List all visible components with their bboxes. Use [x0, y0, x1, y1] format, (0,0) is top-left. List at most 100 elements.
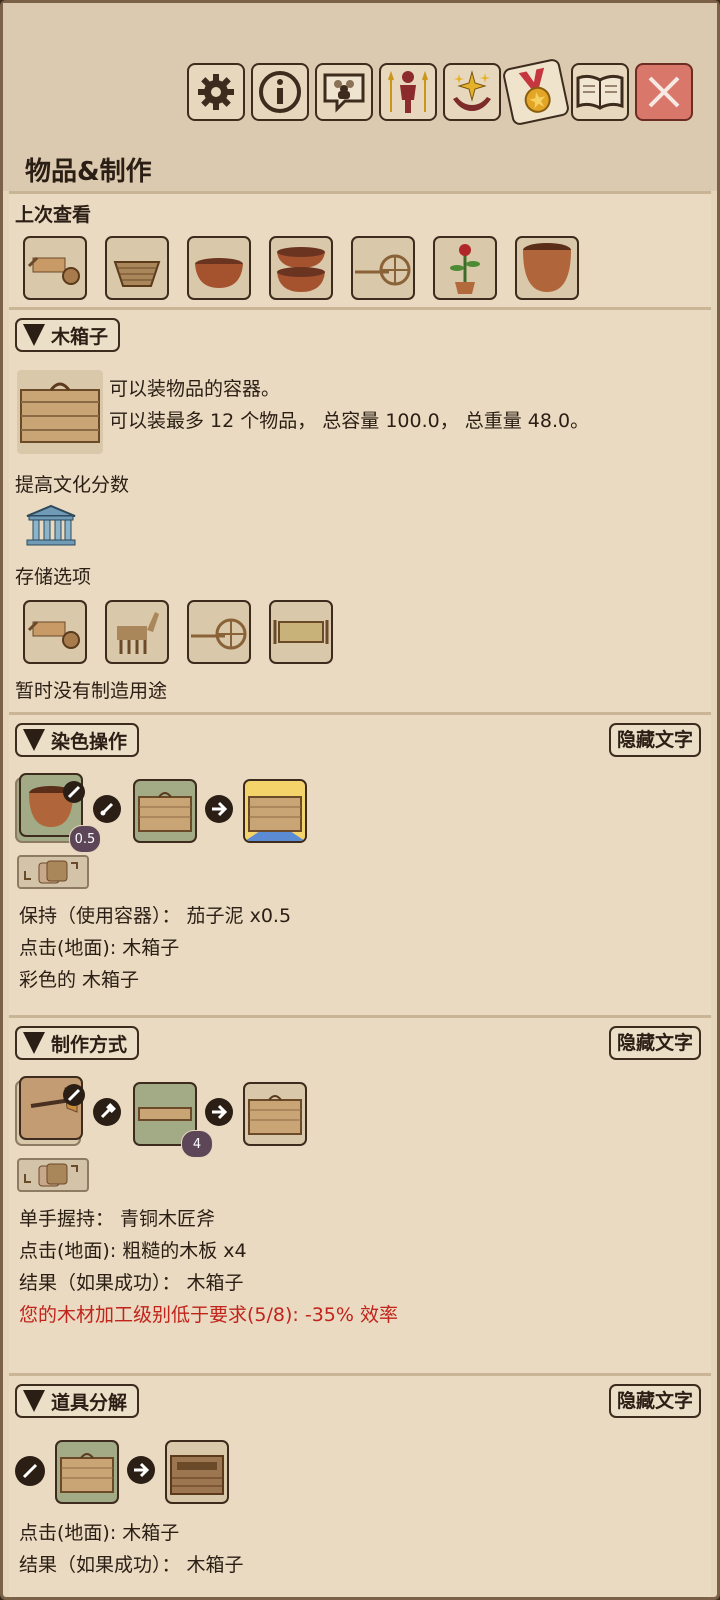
- dye-hold-line: 保持（使用容器）： 茄子泥 x0.5: [19, 905, 292, 927]
- storage-item[interactable]: [105, 600, 169, 664]
- wooden-chest-icon: [138, 792, 192, 832]
- collapse-triangle-icon: [23, 729, 45, 751]
- page-title: 物品&制作: [25, 157, 152, 187]
- disassemble-section: 道具分解 隐藏文字 点击(地面): 木箱子 结果（如果成功）： 木箱子: [9, 1373, 711, 1597]
- disassemble-header[interactable]: 道具分解: [15, 1384, 140, 1418]
- journal-button[interactable]: [571, 63, 629, 121]
- wooden-chest-icon: [248, 1095, 302, 1135]
- swap-hands-toggle[interactable]: [17, 855, 89, 889]
- culture-label: 提高文化分数: [15, 474, 130, 496]
- gear-icon: [198, 74, 234, 110]
- arrow-right-icon: [205, 795, 233, 823]
- character-icon: [388, 70, 428, 113]
- craft-header[interactable]: 制作方式: [15, 1026, 140, 1060]
- achievements-button[interactable]: [501, 57, 571, 127]
- sparkle-hands-icon: [453, 70, 491, 111]
- dye-header-label: 染色操作: [51, 730, 128, 753]
- item-header-label: 木箱子: [51, 325, 109, 348]
- disassemble-result-line: 结果（如果成功）： 木箱子: [19, 1554, 244, 1576]
- character-button[interactable]: [379, 63, 437, 121]
- craft-click-line: 点击(地面): 粗糙的木板 x4: [19, 1240, 247, 1262]
- recent-item[interactable]: [515, 236, 579, 300]
- craft-section: 制作方式 隐藏文字 4 单手握持： 青铜木匠斧 点击(地面): 粗糙的木板 x4…: [9, 1015, 711, 1373]
- item-description-line2: 可以装最多 12 个物品， 总容量 100.0， 总重量 48.0。: [109, 410, 590, 432]
- item-description-line1: 可以装物品的容器。: [109, 378, 281, 400]
- wheelbarrow-icon: [27, 256, 80, 285]
- hammer-icon: [93, 1098, 121, 1126]
- item-header[interactable]: 木箱子: [15, 318, 121, 352]
- disassemble-header-label: 道具分解: [51, 1391, 128, 1414]
- close-button[interactable]: [635, 63, 693, 121]
- colored-chest-icon: [245, 781, 305, 841]
- recent-section: 上次查看: [9, 191, 711, 307]
- recent-item[interactable]: [187, 236, 251, 300]
- recent-item[interactable]: [351, 236, 415, 300]
- basket-icon: [113, 261, 161, 287]
- recent-item[interactable]: [269, 236, 333, 300]
- dye-result-line: 彩色的 木箱子: [19, 969, 140, 991]
- no-use-label: 暂时没有制造用途: [15, 680, 168, 702]
- quantity-badge: 4: [181, 1130, 213, 1158]
- close-icon: [648, 76, 680, 108]
- llama-icon: [117, 612, 159, 654]
- skills-button[interactable]: [443, 63, 501, 121]
- swap-hands-toggle[interactable]: [17, 1158, 89, 1192]
- craft-hide-text-button[interactable]: 隐藏文字: [608, 1026, 701, 1060]
- settings-button[interactable]: [187, 63, 245, 121]
- info-button[interactable]: [251, 63, 309, 121]
- storage-item[interactable]: [187, 600, 251, 664]
- recent-item[interactable]: [105, 236, 169, 300]
- craft-hold-line: 单手握持： 青铜木匠斧: [19, 1208, 216, 1230]
- dye-target-item[interactable]: [133, 779, 197, 843]
- hand-icon: [63, 781, 85, 803]
- craft-result-item[interactable]: [243, 1082, 307, 1146]
- craft-header-label: 制作方式: [51, 1033, 128, 1056]
- wheelbarrow-icon: [27, 620, 80, 649]
- arrow-right-icon: [127, 1456, 155, 1484]
- culture-temple-icon[interactable]: [23, 504, 79, 548]
- info-icon: [259, 71, 301, 113]
- storage-item[interactable]: [23, 600, 87, 664]
- wooden-chest-icon: [20, 382, 100, 443]
- dye-section: 染色操作 隐藏文字 0.5 保持（使用容器）： 茄子泥 x0.5 点击(地面):…: [9, 712, 711, 1015]
- recent-label: 上次查看: [15, 204, 92, 226]
- storage-label: 存储选项: [15, 566, 92, 588]
- swap-icon: [24, 860, 78, 884]
- wooden-chest-icon: [60, 1453, 114, 1493]
- dye-hide-text-button[interactable]: 隐藏文字: [608, 723, 701, 757]
- recent-item[interactable]: [23, 236, 87, 300]
- clay-pot-icon: [523, 243, 571, 292]
- social-button[interactable]: [315, 63, 373, 121]
- swap-icon: [24, 1163, 78, 1187]
- dye-click-line: 点击(地面): 木箱子: [19, 937, 180, 959]
- collapse-triangle-icon: [23, 1390, 45, 1412]
- handcart-icon: [355, 254, 411, 286]
- disassemble-hide-text-button[interactable]: 隐藏文字: [608, 1384, 701, 1418]
- potted-flower-icon: [450, 244, 480, 294]
- arrow-right-icon: [205, 1098, 233, 1126]
- quantity-badge: 0.5: [69, 825, 101, 853]
- book-icon: [576, 74, 624, 110]
- stretcher-icon: [273, 620, 329, 644]
- open-chest-icon: [170, 1455, 224, 1495]
- collapse-triangle-icon: [23, 1032, 45, 1054]
- craft-warning: 您的木材加工级别低于要求(5/8): -35% 效率: [19, 1304, 398, 1326]
- bowl-icon: [195, 258, 243, 288]
- chat-people-icon: [323, 73, 365, 113]
- disassemble-click-line: 点击(地面): 木箱子: [19, 1522, 180, 1544]
- dye-header[interactable]: 染色操作: [15, 723, 140, 757]
- medal-icon: [518, 67, 551, 113]
- storage-item[interactable]: [269, 600, 333, 664]
- craft-result-line: 结果（如果成功）： 木箱子: [19, 1272, 244, 1294]
- hand-icon: [63, 1084, 85, 1106]
- window-frame: ⌐ ¬: [0, 0, 720, 1600]
- collapse-triangle-icon: [23, 324, 45, 346]
- disassemble-result-item[interactable]: [165, 1440, 229, 1504]
- brush-icon: [93, 795, 121, 823]
- handcart-icon: [191, 618, 247, 650]
- disassemble-source-item[interactable]: [55, 1440, 119, 1504]
- item-section: 木箱子 可以装物品的容器。 可以装最多 12 个物品， 总容量 100.0， 总…: [9, 307, 711, 712]
- recent-item[interactable]: [433, 236, 497, 300]
- dye-result-item[interactable]: [243, 779, 307, 843]
- hand-icon: [15, 1456, 45, 1486]
